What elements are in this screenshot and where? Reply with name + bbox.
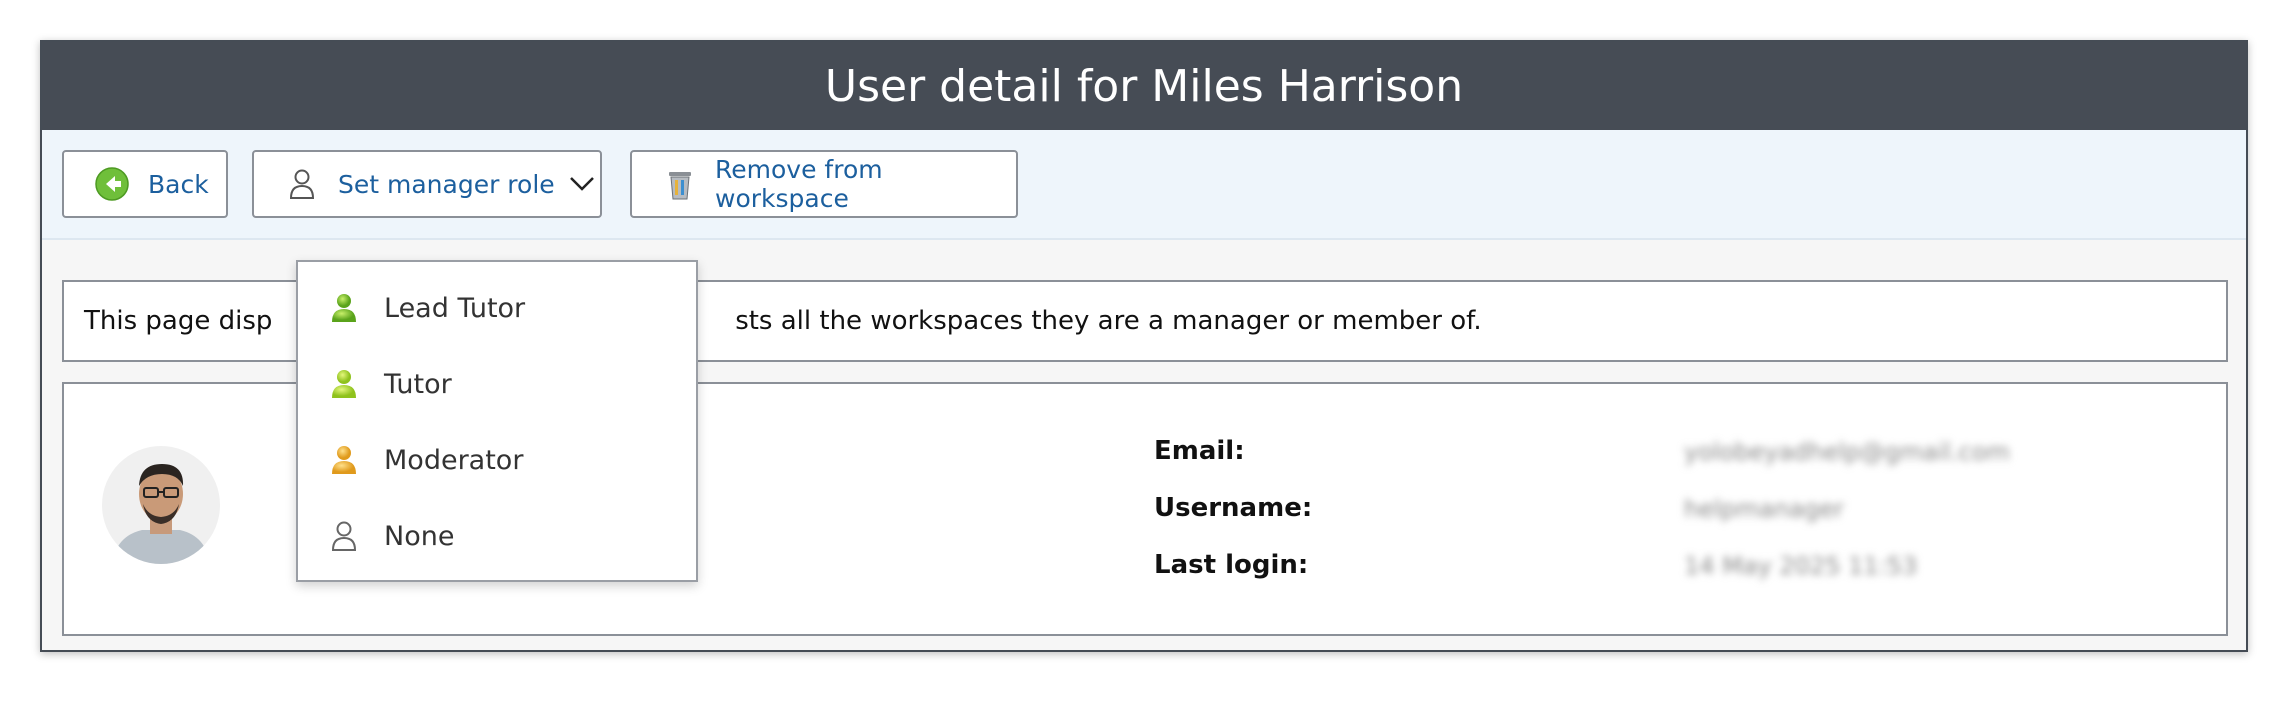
role-option-none[interactable]: None	[298, 498, 696, 574]
person-green-icon	[326, 366, 362, 402]
person-outline-icon	[284, 166, 320, 202]
last-login-value: 14 May 2025 11:53	[1684, 552, 1918, 580]
role-option-label: Moderator	[384, 444, 524, 476]
role-option-lead-tutor[interactable]: Lead Tutor	[298, 270, 696, 346]
manager-role-dropdown: Lead Tutor Tutor Moderator None	[296, 260, 698, 582]
toolbar: Back Set manager role Remove from worksp…	[42, 130, 2246, 240]
trash-can-icon	[662, 166, 697, 202]
person-green-icon	[326, 290, 362, 326]
username-value: helpmanager	[1684, 495, 1844, 523]
last-login-label: Last login:	[1154, 550, 1309, 580]
remove-from-workspace-label: Remove from workspace	[715, 155, 883, 213]
person-orange-icon	[326, 442, 362, 478]
set-manager-role-label: Set manager role	[338, 169, 555, 199]
email-value: yolobeyadhelp@gmail.com	[1684, 438, 2010, 466]
user-detail-window: User detail for Miles Harrison Back Set …	[40, 40, 2248, 652]
set-manager-role-button[interactable]: Set manager role	[252, 150, 602, 218]
role-option-tutor[interactable]: Tutor	[298, 346, 696, 422]
role-option-label: None	[384, 520, 455, 552]
person-outline-icon	[326, 518, 362, 554]
page-title: User detail for Miles Harrison	[824, 60, 1464, 112]
back-button-label: Back	[148, 169, 209, 199]
role-option-label: Tutor	[384, 368, 452, 400]
remove-from-workspace-button[interactable]: Remove from workspace	[630, 150, 1018, 218]
info-text: This page disp sts all the workspaces th…	[84, 306, 1482, 336]
email-label: Email:	[1154, 436, 1245, 466]
back-arrow-icon	[94, 166, 130, 202]
back-button[interactable]: Back	[62, 150, 228, 218]
role-option-label: Lead Tutor	[384, 292, 526, 324]
chevron-down-icon	[569, 176, 595, 192]
role-option-moderator[interactable]: Moderator	[298, 422, 696, 498]
username-label: Username:	[1154, 493, 1313, 523]
avatar	[102, 446, 220, 564]
title-bar: User detail for Miles Harrison	[42, 42, 2246, 130]
